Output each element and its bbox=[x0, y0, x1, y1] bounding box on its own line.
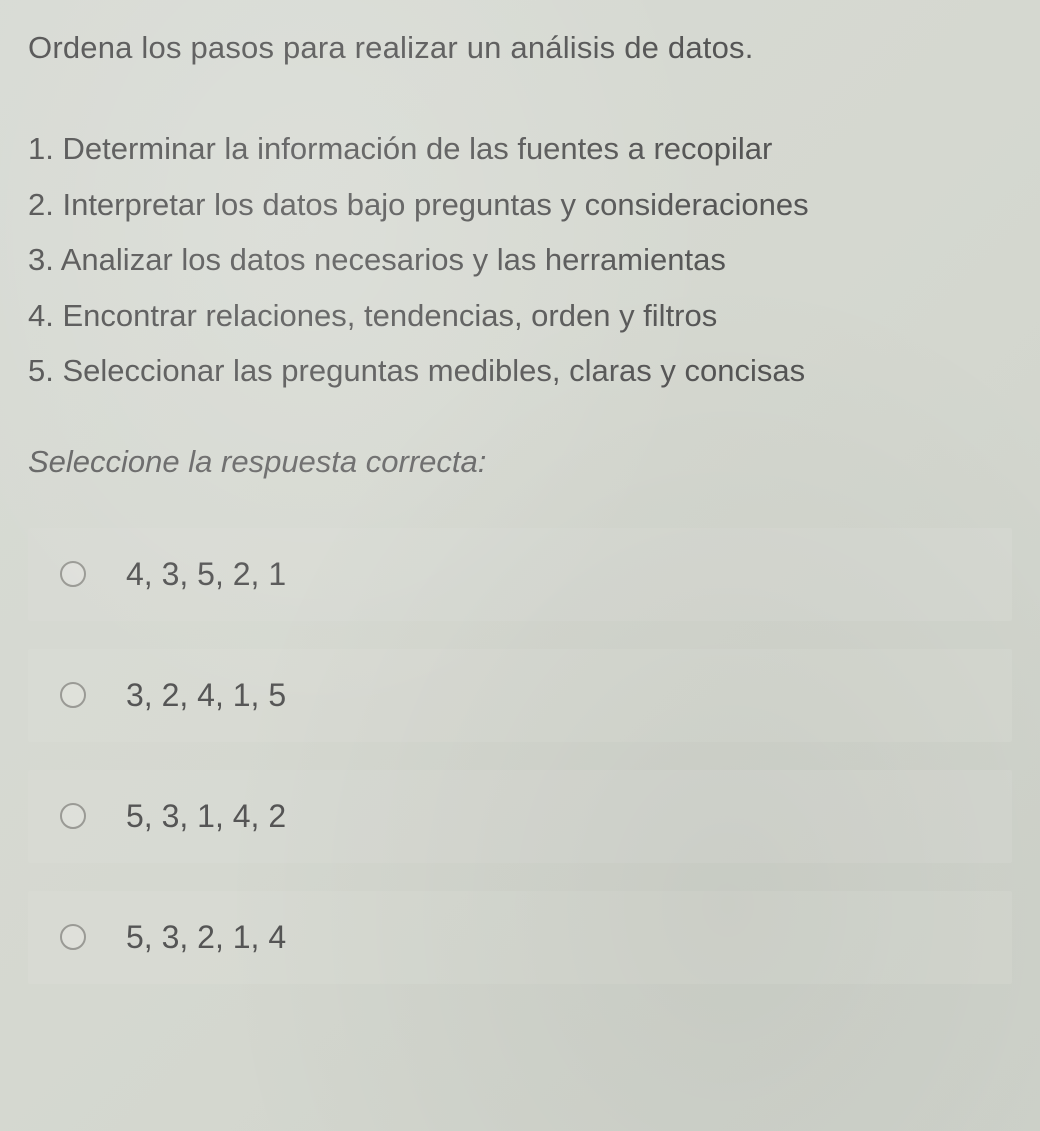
option-label: 5, 3, 2, 1, 4 bbox=[126, 919, 286, 956]
step-item: 3. Analizar los datos necesarios y las h… bbox=[28, 235, 1012, 285]
option-label: 3, 2, 4, 1, 5 bbox=[126, 677, 286, 714]
question-title: Ordena los pasos para realizar un anális… bbox=[28, 30, 1012, 66]
step-item: 1. Determinar la información de las fuen… bbox=[28, 124, 1012, 174]
select-prompt: Seleccione la respuesta correcta: bbox=[28, 444, 1012, 480]
steps-list: 1. Determinar la información de las fuen… bbox=[28, 124, 1012, 396]
step-item: 2. Interpretar los datos bajo preguntas … bbox=[28, 180, 1012, 230]
option-label: 5, 3, 1, 4, 2 bbox=[126, 798, 286, 835]
radio-icon[interactable] bbox=[60, 682, 86, 708]
option-label: 4, 3, 5, 2, 1 bbox=[126, 556, 286, 593]
options-group: 4, 3, 5, 2, 1 3, 2, 4, 1, 5 5, 3, 1, 4, … bbox=[28, 528, 1012, 1012]
radio-icon[interactable] bbox=[60, 561, 86, 587]
option-row[interactable]: 5, 3, 1, 4, 2 bbox=[28, 770, 1012, 863]
option-row[interactable]: 5, 3, 2, 1, 4 bbox=[28, 891, 1012, 984]
step-item: 4. Encontrar relaciones, tendencias, ord… bbox=[28, 291, 1012, 341]
radio-icon[interactable] bbox=[60, 924, 86, 950]
step-item: 5. Seleccionar las preguntas medibles, c… bbox=[28, 346, 1012, 396]
option-row[interactable]: 3, 2, 4, 1, 5 bbox=[28, 649, 1012, 742]
radio-icon[interactable] bbox=[60, 803, 86, 829]
option-row[interactable]: 4, 3, 5, 2, 1 bbox=[28, 528, 1012, 621]
